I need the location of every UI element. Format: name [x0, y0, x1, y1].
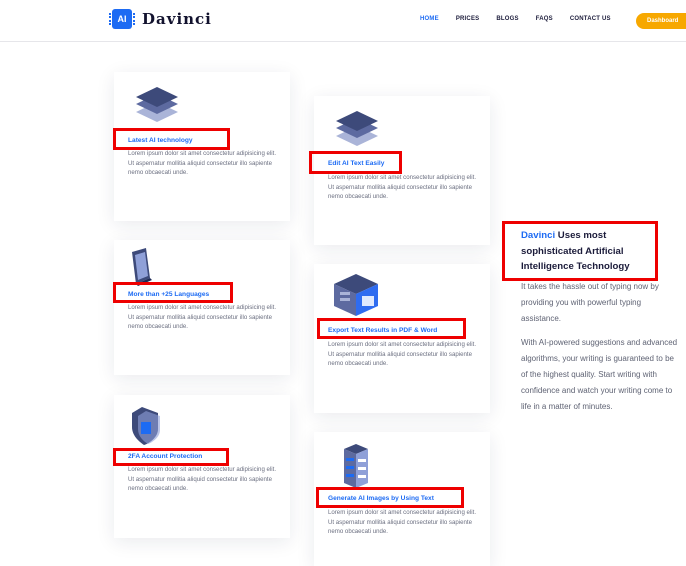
nav-faqs[interactable]: FAQS [536, 16, 553, 22]
highlight-box [316, 487, 464, 508]
highlight-box [113, 128, 230, 150]
logo[interactable]: AI Davinci [109, 9, 212, 29]
intro-paragraph: It takes the hassle out of typing now by… [521, 282, 659, 323]
card-description: Lorem ipsum dolor sit amet consectetur a… [128, 150, 277, 176]
card-description: Lorem ipsum dolor sit amet consectetur a… [328, 509, 477, 535]
feature-card-languages: More than +25 Languages Lorem ipsum dolo… [114, 240, 290, 375]
card-description: Lorem ipsum dolor sit amet consectetur a… [328, 174, 477, 200]
card-description: Lorem ipsum dolor sit amet consectetur a… [128, 466, 277, 492]
top-header: AI Davinci HOME PRICES BLOGS FAQS CONTAC… [0, 0, 686, 42]
layers-icon [334, 110, 380, 148]
nav-prices[interactable]: PRICES [456, 16, 480, 22]
dashboard-button[interactable]: Dashboard [636, 13, 686, 29]
highlight-box [113, 448, 229, 466]
database-icon [342, 442, 372, 490]
layers-icon [134, 86, 180, 124]
shield-icon [128, 405, 164, 447]
highlight-box [317, 318, 466, 339]
highlight-box [502, 221, 658, 281]
main-nav: HOME PRICES BLOGS FAQS CONTACT US [420, 16, 628, 22]
highlight-box [113, 282, 233, 303]
highlight-box [309, 151, 402, 174]
body-paragraph: With AI-powered suggestions and advanced… [521, 338, 678, 411]
nav-contact-us[interactable]: CONTACT US [570, 16, 611, 22]
nav-home[interactable]: HOME [420, 16, 439, 22]
nav-blogs[interactable]: BLOGS [496, 16, 518, 22]
card-description: Lorem ipsum dolor sit amet consectetur a… [128, 304, 277, 330]
chip-icon: AI [109, 9, 135, 29]
logo-text: Davinci [142, 10, 212, 28]
server-icon [332, 272, 384, 318]
feature-card-2fa: 2FA Account Protection Lorem ipsum dolor… [114, 395, 290, 538]
card-description: Lorem ipsum dolor sit amet consectetur a… [328, 341, 477, 367]
